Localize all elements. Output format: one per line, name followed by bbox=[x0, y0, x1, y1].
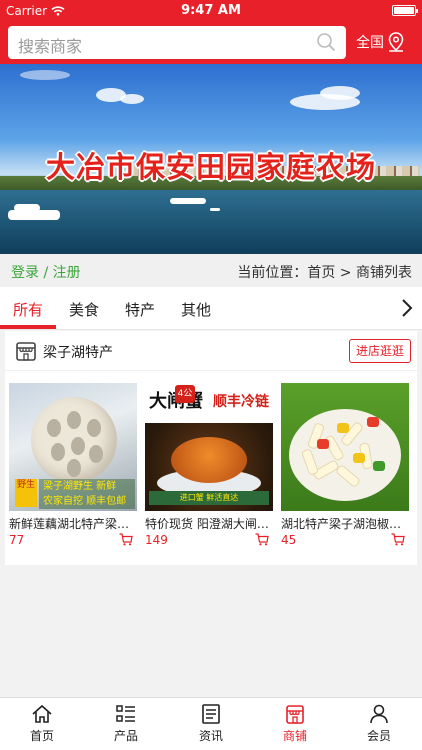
location-pin-icon bbox=[388, 32, 404, 52]
bottom-tab-bar: 首页 产品 资讯 商铺 会员 bbox=[0, 697, 422, 750]
tab-other[interactable]: 其他 bbox=[181, 299, 211, 320]
tab-member[interactable]: 会员 bbox=[349, 703, 409, 744]
shop-header: 梁子湖特产 进店逛逛 bbox=[5, 331, 417, 371]
tab-food[interactable]: 美食 bbox=[69, 299, 99, 320]
product-image[interactable]: 野生 梁子湖野生 新鲜 农家自挖 顺丰包邮 bbox=[9, 383, 137, 511]
enter-shop-button[interactable]: 进店逛逛 bbox=[349, 339, 411, 363]
cart-icon[interactable] bbox=[391, 533, 405, 546]
tab-products[interactable]: 产品 bbox=[96, 703, 156, 744]
top-bar: 搜索商家 全国 bbox=[0, 22, 422, 64]
image-text-coldchain: 顺丰冷链 bbox=[213, 394, 269, 410]
tab-all[interactable]: 所有 bbox=[13, 299, 43, 320]
region-label: 全国 bbox=[356, 35, 384, 51]
active-tab-indicator bbox=[0, 325, 56, 329]
breadcrumb-bar: 登录 / 注册 当前位置：首页 > 商铺列表 bbox=[0, 254, 422, 287]
store-icon bbox=[286, 705, 304, 724]
banner-image[interactable]: 大冶市保安田园家庭农场 bbox=[0, 64, 422, 254]
wild-tag: 野生 bbox=[15, 479, 37, 507]
cart-icon[interactable] bbox=[119, 533, 133, 546]
list-icon bbox=[116, 705, 135, 722]
battery-icon bbox=[392, 5, 418, 16]
login-register-link[interactable]: 登录 / 注册 bbox=[11, 262, 81, 282]
tab-specialty[interactable]: 特产 bbox=[125, 299, 155, 320]
tab-member-label: 会员 bbox=[366, 729, 391, 743]
product-title[interactable]: 新鲜莲藕湖北特产梁子湖... bbox=[9, 515, 137, 532]
chevron-right-icon[interactable] bbox=[400, 298, 414, 318]
search-icon[interactable] bbox=[316, 32, 336, 52]
user-icon bbox=[370, 704, 388, 724]
product-title[interactable]: 湖北特产梁子湖泡椒藕带... bbox=[281, 515, 409, 532]
shop-card: 梁子湖特产 进店逛逛 野生 梁子湖野生 新鲜 农家自挖 顺丰包邮 新鲜莲藕湖北特… bbox=[5, 331, 417, 565]
home-icon bbox=[32, 704, 52, 723]
search-input[interactable]: 搜索商家 bbox=[8, 26, 346, 59]
tab-news[interactable]: 资讯 bbox=[181, 703, 241, 744]
shop-icon bbox=[16, 342, 36, 361]
tab-news-label: 资讯 bbox=[198, 729, 223, 743]
shop-name[interactable]: 梁子湖特产 bbox=[43, 342, 113, 362]
search-placeholder: 搜索商家 bbox=[18, 37, 83, 56]
tab-stores-label: 商铺 bbox=[282, 729, 307, 743]
product-image[interactable] bbox=[281, 383, 409, 511]
tab-products-label: 产品 bbox=[113, 729, 138, 743]
product-price: 45 bbox=[281, 533, 297, 547]
status-bar: Carrier 9:47 AM bbox=[0, 0, 422, 22]
product-title[interactable]: 特价现货 阳澄湖大闸蟹... bbox=[145, 515, 273, 532]
category-tabs: 所有 美食 特产 其他 bbox=[0, 287, 422, 330]
tab-home-label: 首页 bbox=[29, 729, 54, 743]
region-selector[interactable]: 全国 bbox=[356, 32, 405, 52]
news-icon bbox=[202, 704, 220, 724]
breadcrumb: 当前位置：首页 > 商铺列表 bbox=[237, 265, 412, 281]
image-badge: 4公 bbox=[175, 385, 195, 403]
product-image[interactable]: 大闸蟹 4公 顺丰冷链 进口蟹 鲜活直达 bbox=[145, 383, 273, 511]
image-footer-text: 进口蟹 鲜活直达 bbox=[149, 491, 269, 505]
clock: 9:47 AM bbox=[181, 3, 241, 18]
tab-home[interactable]: 首页 bbox=[12, 703, 72, 744]
cart-icon[interactable] bbox=[255, 533, 269, 546]
banner-title: 大冶市保安田园家庭农场 bbox=[45, 150, 376, 184]
image-caption: 梁子湖野生 新鲜 农家自挖 顺丰包邮 bbox=[39, 479, 135, 509]
product-price: 149 bbox=[145, 533, 168, 547]
product-price: 77 bbox=[9, 533, 25, 547]
tab-stores[interactable]: 商铺 bbox=[265, 703, 325, 744]
